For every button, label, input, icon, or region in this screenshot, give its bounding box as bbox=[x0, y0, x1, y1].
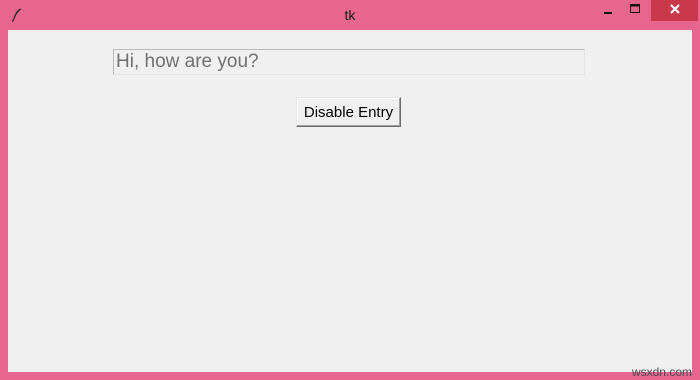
minimize-icon bbox=[603, 2, 615, 20]
minimize-button[interactable] bbox=[597, 0, 621, 21]
text-entry[interactable]: Hi, how are you? bbox=[113, 49, 585, 75]
disable-entry-button[interactable]: Disable Entry bbox=[296, 97, 401, 127]
maximize-button[interactable] bbox=[622, 0, 648, 21]
close-icon bbox=[669, 2, 681, 20]
maximize-icon bbox=[629, 2, 641, 20]
close-button[interactable] bbox=[651, 0, 698, 21]
window-title: tk bbox=[344, 7, 356, 23]
client-area: Hi, how are you? Disable Entry bbox=[8, 30, 692, 372]
watermark: wsxdn.com bbox=[631, 365, 692, 379]
app-window: tk Hi, how are you? Disable Entry wsxdn.… bbox=[0, 0, 700, 380]
title-bar[interactable]: tk bbox=[0, 0, 700, 30]
